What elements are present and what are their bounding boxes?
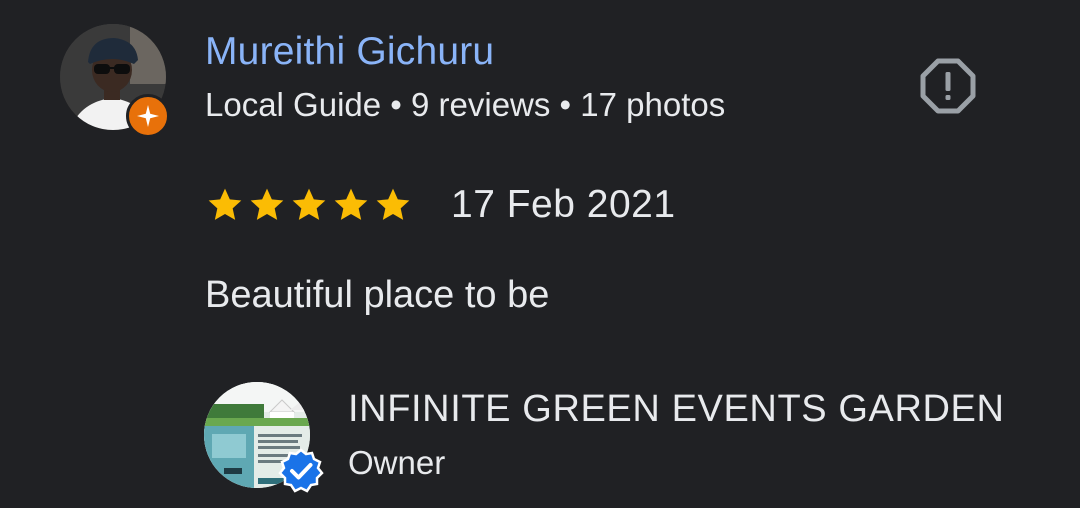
review-text: Beautiful place to be xyxy=(205,274,550,316)
star-icon xyxy=(250,188,284,220)
star-icon xyxy=(292,188,326,220)
star-icon xyxy=(376,188,410,220)
local-guide-star-icon xyxy=(126,94,170,138)
reviewer-name[interactable]: Mureithi Gichuru xyxy=(205,30,494,74)
star-icon xyxy=(334,188,368,220)
report-review-button[interactable] xyxy=(918,56,978,116)
verified-check-icon xyxy=(278,448,324,493)
star-rating xyxy=(205,185,413,225)
review-card: Mureithi Gichuru Local Guide • 9 reviews… xyxy=(0,0,1080,508)
reviewer-meta: Local Guide • 9 reviews • 17 photos xyxy=(205,86,726,123)
owner-name: INFINITE GREEN EVENTS GARDEN xyxy=(348,388,1005,430)
rating-row: 17 Feb 2021 xyxy=(205,183,676,227)
star-icon xyxy=(208,188,242,220)
owner-role: Owner xyxy=(348,444,446,481)
review-date: 17 Feb 2021 xyxy=(451,183,676,226)
report-octagon-icon xyxy=(920,58,976,114)
reviewer-avatar[interactable] xyxy=(60,24,170,138)
owner-avatar[interactable] xyxy=(204,382,324,493)
